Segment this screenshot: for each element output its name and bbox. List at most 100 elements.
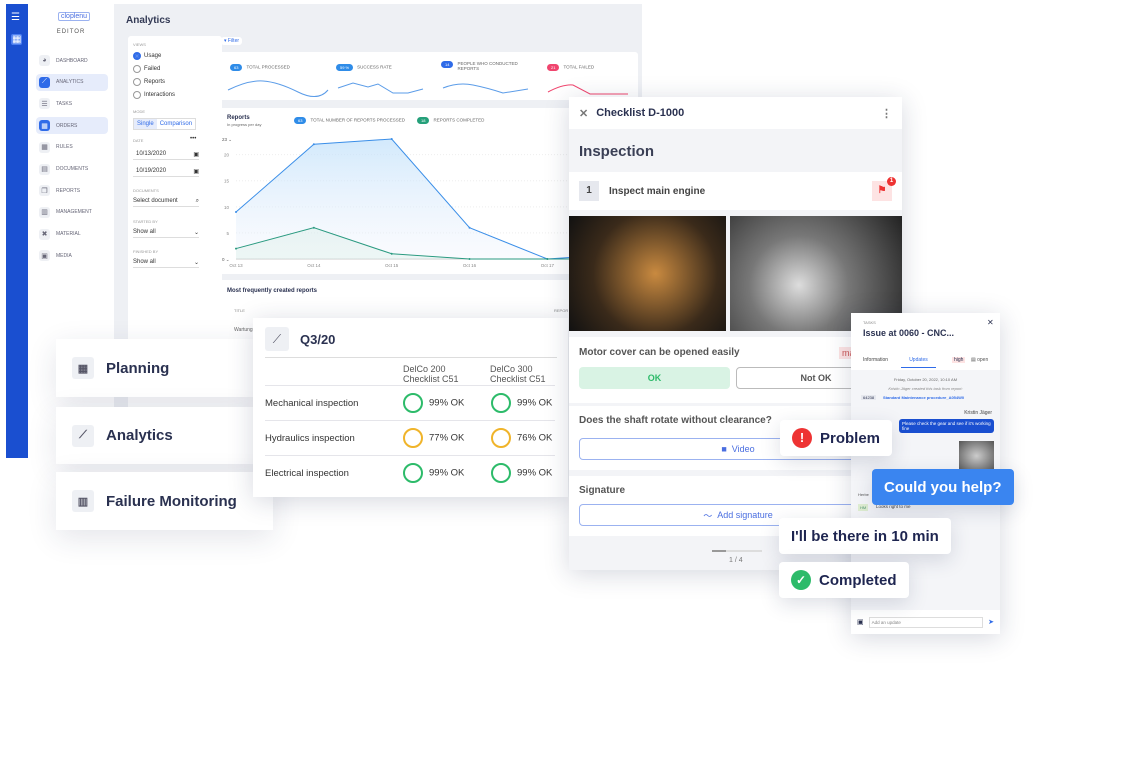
data-point bbox=[312, 226, 315, 229]
question-label: Motor cover can be opened easily bbox=[579, 347, 740, 358]
column-header: DelCo 200 Checklist C51 bbox=[403, 364, 459, 384]
status-badge: ▤ open bbox=[971, 357, 989, 363]
table-row: Mechanical inspection 99% OK 99% OK bbox=[265, 385, 555, 420]
date-to[interactable]: 10/19/2020 ▣ bbox=[133, 167, 199, 177]
feature-analytics[interactable]: ⟋ Analytics bbox=[56, 407, 256, 464]
y-tick-label: 5 bbox=[226, 231, 229, 236]
update-input[interactable]: Add an update bbox=[868, 616, 984, 628]
problem-bubble: ! Problem bbox=[780, 420, 893, 456]
sidebar-item-tasks[interactable]: ☰ TASKS bbox=[36, 95, 108, 112]
finished-label: FINISHED BY bbox=[133, 249, 159, 254]
section-title: Inspection bbox=[579, 143, 655, 160]
search-icon: ⌕ bbox=[195, 198, 199, 204]
chart-subtitle: In progress per day bbox=[227, 122, 262, 127]
stat-people: 14 PEOPLE WHO CONDUCTED REPORTS bbox=[441, 61, 531, 71]
close-icon[interactable]: ✕ bbox=[579, 107, 588, 120]
table-row[interactable]: Wartung bbox=[234, 327, 253, 333]
checklist-title: Checklist D-1000 bbox=[596, 107, 685, 119]
send-icon[interactable]: ➤ bbox=[988, 618, 994, 626]
section-label: EDITOR bbox=[56, 29, 86, 35]
ok-button[interactable]: OK bbox=[579, 367, 730, 389]
sidebar-item-management[interactable]: ▥ MANAGEMENT bbox=[36, 204, 108, 221]
mode-label: MODE bbox=[133, 109, 145, 114]
reply-name: Herbe bbox=[858, 492, 869, 497]
view-failed[interactable]: Failed bbox=[133, 65, 160, 73]
stats-card bbox=[218, 52, 638, 100]
menu-icon[interactable]: ☰ bbox=[11, 12, 20, 23]
filter-button[interactable]: ▾ Filter bbox=[221, 37, 243, 45]
task-label: TASKS bbox=[863, 320, 876, 325]
x-tick-label: Oct 16 bbox=[463, 263, 477, 268]
sidebar-item-material[interactable]: ✖ MATERIAL bbox=[36, 226, 108, 243]
sidebar-item-dashboard[interactable]: ◕ DASHBOARD bbox=[36, 52, 108, 69]
sparkline-people bbox=[442, 83, 529, 94]
feature-failure-monitoring[interactable]: ▥ Failure Monitoring bbox=[56, 472, 273, 530]
sidebar-item-label: MANAGEMENT bbox=[56, 209, 92, 216]
chart-icon: ⟋ bbox=[265, 327, 289, 351]
more-vertical-icon[interactable]: ⋮ bbox=[881, 107, 892, 120]
copy-icon: ❐ bbox=[39, 185, 50, 197]
finished-by-select[interactable]: Show all ⌄ bbox=[133, 258, 199, 268]
document-icon: ▤ bbox=[39, 163, 50, 175]
report-link[interactable]: Standard Maintenance procedure_A054W0 bbox=[883, 395, 964, 400]
filter-icon: ▾ bbox=[224, 38, 227, 44]
flag-icon: ⚑ 1 bbox=[872, 177, 896, 201]
feature-planning[interactable]: ▦ Planning bbox=[56, 339, 256, 397]
engine-photo[interactable] bbox=[569, 216, 726, 331]
view-reports[interactable]: Reports bbox=[133, 78, 165, 86]
calendar-icon: ▦ bbox=[39, 141, 50, 153]
date-label: DATE bbox=[133, 138, 144, 143]
started-by-select[interactable]: Show all ⌄ bbox=[133, 228, 199, 238]
close-icon[interactable]: ✕ bbox=[987, 318, 994, 327]
chart-icon: ⟋ bbox=[39, 76, 50, 88]
timestamp: Friday, October 20, 2022, 10:10 AM bbox=[893, 377, 958, 382]
sidebar-item-media[interactable]: ▣ MEDIA bbox=[36, 247, 108, 264]
sidebar-item-label: REPORTS bbox=[56, 187, 81, 194]
sidebar-item-reports[interactable]: ❐ REPORTS bbox=[36, 182, 108, 199]
legend-processed: 63 TOTAL NUMBER OF REPORTS PROCESSED bbox=[294, 117, 405, 124]
sidebar-item-rules[interactable]: ▦ RULES bbox=[36, 139, 108, 156]
data-point bbox=[235, 211, 237, 214]
date-from[interactable]: 10/13/2020 ▣ bbox=[133, 150, 199, 160]
data-point bbox=[390, 138, 393, 140]
alert-icon: ! bbox=[792, 428, 812, 448]
table-row: Hydraulics inspection 77% OK 76% OK bbox=[265, 420, 555, 455]
mode-comparison[interactable]: Comparison bbox=[157, 119, 195, 129]
view-interactions[interactable]: Interactions bbox=[133, 91, 175, 99]
chevron-down-icon: ⌄ bbox=[193, 230, 199, 236]
sidebar-item-label: MATERIAL bbox=[56, 231, 81, 238]
sender-name: Kristin Jäger bbox=[964, 410, 992, 416]
pie-icon: ◕ bbox=[39, 55, 50, 66]
view-usage[interactable]: Usage bbox=[133, 52, 161, 60]
chevron-down-icon: ⌄ bbox=[193, 260, 199, 266]
signature-icon: 〜 bbox=[703, 510, 713, 521]
checklist-step[interactable]: 1 Inspect main engine ⚑ 1 bbox=[569, 172, 902, 210]
eta-bubble: I'll be there in 10 min bbox=[779, 518, 951, 554]
completed-bubble: ✓ Completed bbox=[779, 562, 909, 598]
signature-label: Signature bbox=[579, 485, 626, 496]
logo: cloplenu bbox=[58, 12, 91, 21]
views-label: VIEWS bbox=[133, 42, 146, 47]
sidebar-item-label: MEDIA bbox=[56, 252, 72, 259]
sparkline-failed bbox=[547, 84, 628, 95]
calendar-icon: ▣ bbox=[193, 169, 199, 175]
more-icon[interactable]: ••• bbox=[190, 136, 196, 142]
document-select[interactable]: Select document ⌕ bbox=[133, 197, 199, 207]
list-icon: ☰ bbox=[39, 98, 50, 110]
mode-single[interactable]: Single bbox=[134, 119, 157, 129]
tools-icon: ✖ bbox=[39, 228, 50, 240]
attachment-image[interactable] bbox=[959, 441, 994, 471]
media-icon: ▣ bbox=[857, 619, 864, 626]
sidebar-item-orders[interactable]: ▦ ORDERS bbox=[36, 117, 108, 135]
sidebar-item-label: DOCUMENTS bbox=[56, 166, 89, 172]
tab-updates[interactable]: Updates bbox=[901, 357, 936, 368]
legend-completed: 18 REPORTS COMPLETED bbox=[417, 117, 484, 124]
apps-icon[interactable]: ▦ bbox=[11, 34, 23, 45]
data-point bbox=[468, 226, 471, 229]
video-icon: ■ bbox=[721, 444, 727, 454]
tab-information[interactable]: Information bbox=[863, 357, 888, 363]
sidebar-item-documents[interactable]: ▤ DOCUMENTS bbox=[36, 161, 108, 178]
sidebar-item-analytics[interactable]: ⟋ ANALYTICS bbox=[36, 73, 108, 91]
quarter-title: Q3/20 bbox=[300, 332, 336, 347]
y-min-select: 0 ⌄ bbox=[222, 257, 230, 262]
